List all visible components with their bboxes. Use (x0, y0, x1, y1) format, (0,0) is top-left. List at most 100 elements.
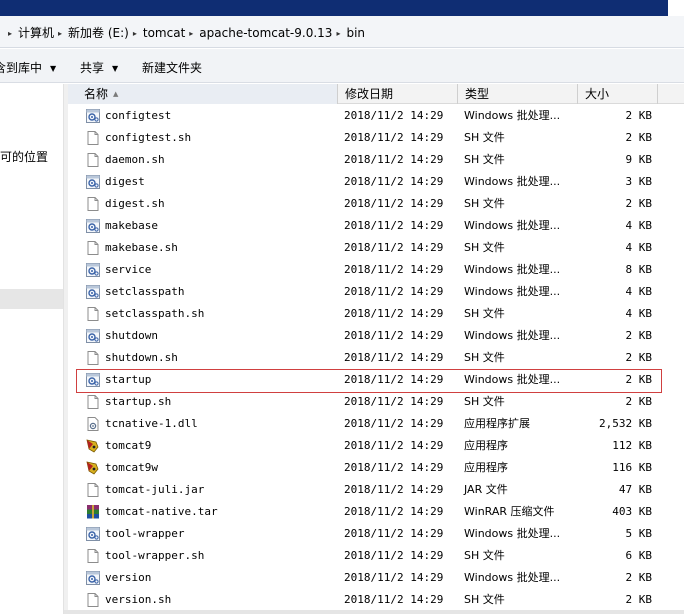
chevron-right-icon[interactable]: ▸ (336, 29, 340, 38)
file-name: makebase (105, 219, 158, 232)
batch-file-icon (85, 284, 101, 300)
file-row[interactable]: tomcat-native.tar 2018/11/2 14:29 WinRAR 压… (68, 501, 684, 523)
breadcrumb-computer[interactable]: 计算机 (18, 24, 54, 41)
file-row[interactable]: tomcat9 2018/11/2 14:29 应用程序 112 KB (68, 435, 684, 457)
file-size: 9 KB (625, 153, 653, 166)
address-bar[interactable]: ▸ 计算机 ▸ 新加卷 (E:) ▸ tomcat ▸ apache-tomcat-9.0.1… (0, 16, 684, 48)
command-toolbar: 含到库中 ▼ 共享 ▼ 新建文件夹 (0, 49, 684, 83)
file-row[interactable]: tool-wrapper.sh 2018/11/2 14:29 SH 文件 6 KB (68, 545, 684, 567)
batch-file-icon (85, 218, 101, 234)
file-type: SH 文件 (464, 307, 505, 320)
file-row[interactable]: version 2018/11/2 14:29 Windows 批处理... 2 KB (68, 567, 684, 589)
column-name-label: 名称 (84, 87, 109, 101)
blank-file-icon (85, 240, 101, 256)
nav-item-location[interactable]: 可的位置 (0, 148, 48, 165)
navigation-pane: 可的位置 (0, 84, 64, 614)
file-row[interactable]: setclasspath.sh 2018/11/2 14:29 SH 文件 4 KB (68, 303, 684, 325)
file-size: 47 KB (618, 483, 652, 496)
title-bar-blank (668, 0, 684, 16)
file-size: 8 KB (625, 263, 653, 276)
blank-file-icon (85, 196, 101, 212)
file-size: 403 KB (612, 505, 652, 518)
file-name: digest.sh (105, 197, 165, 210)
chevron-right-icon[interactable]: ▸ (8, 29, 12, 38)
column-header-name[interactable]: 名称 ▲ (68, 84, 338, 104)
column-header-type[interactable]: 类型 (458, 84, 578, 104)
batch-file-icon (85, 570, 101, 586)
dll-file-icon (85, 416, 101, 432)
file-row[interactable]: makebase 2018/11/2 14:29 Windows 批处理... 4 K… (68, 215, 684, 237)
file-modified-date: 2018/11/2 14:29 (344, 263, 444, 276)
file-name: makebase.sh (105, 241, 178, 254)
column-header-size[interactable]: 大小 (578, 84, 658, 104)
breadcrumb-apache-tomcat[interactable]: apache-tomcat-9.0.13 (199, 26, 332, 40)
file-modified-date: 2018/11/2 14:29 (344, 373, 444, 386)
file-row[interactable]: shutdown.sh 2018/11/2 14:29 SH 文件 2 KB (68, 347, 684, 369)
file-type: 应用程序 (464, 439, 508, 452)
chevron-right-icon[interactable]: ▸ (133, 29, 137, 38)
share-button[interactable]: 共享 ▼ (80, 59, 118, 76)
file-size: 4 KB (625, 241, 653, 254)
file-row[interactable]: tomcat-juli.jar 2018/11/2 14:29 JAR 文件 47 K… (68, 479, 684, 501)
file-modified-date: 2018/11/2 14:29 (344, 131, 444, 144)
breadcrumb-drive[interactable]: 新加卷 (E:) (68, 24, 129, 41)
file-modified-date: 2018/11/2 14:29 (344, 219, 444, 232)
file-row[interactable]: tcnative-1.dll 2018/11/2 14:29 应用程序扩展 2,532… (68, 413, 684, 435)
file-name: version (105, 571, 152, 584)
file-type: SH 文件 (464, 197, 505, 210)
file-type: Windows 批处理... (464, 263, 561, 276)
file-row[interactable]: tomcat9w 2018/11/2 14:29 应用程序 116 KB (68, 457, 684, 479)
new-folder-button[interactable]: 新建文件夹 (142, 59, 202, 76)
file-name: startup (105, 373, 152, 386)
file-size: 2 KB (625, 109, 653, 122)
file-row[interactable]: shutdown 2018/11/2 14:29 Windows 批处理... 2 K… (68, 325, 684, 347)
file-type: Windows 批处理... (464, 329, 561, 342)
file-row[interactable]: digest 2018/11/2 14:29 Windows 批处理... 3 KB (68, 171, 684, 193)
tomcat-exe-icon (85, 438, 101, 454)
file-row[interactable]: startup 2018/11/2 14:29 Windows 批处理... 2 KB (68, 369, 684, 391)
file-name: tomcat-juli.jar (105, 483, 205, 496)
file-name: tomcat9w (105, 461, 158, 474)
chevron-right-icon[interactable]: ▸ (189, 29, 193, 38)
blank-file-icon (85, 152, 101, 168)
file-row[interactable]: configtest 2018/11/2 14:29 Windows 批处理... 2… (68, 105, 684, 127)
file-row[interactable]: makebase.sh 2018/11/2 14:29 SH 文件 4 KB (68, 237, 684, 259)
file-type: 应用程序扩展 (464, 417, 530, 430)
window-title-bar (0, 0, 684, 16)
file-row[interactable]: configtest.sh 2018/11/2 14:29 SH 文件 2 KB (68, 127, 684, 149)
file-modified-date: 2018/11/2 14:29 (344, 285, 444, 298)
blank-file-icon (85, 482, 101, 498)
include-in-library-button[interactable]: 含到库中 ▼ (0, 59, 56, 76)
nav-selection-band[interactable] (0, 289, 63, 309)
file-list: 名称 ▲ 修改日期 类型 大小 configtest 2018/11/2 14:29… (68, 84, 684, 614)
file-row[interactable]: setclasspath 2018/11/2 14:29 Windows 批处理..… (68, 281, 684, 303)
file-row[interactable]: daemon.sh 2018/11/2 14:29 SH 文件 9 KB (68, 149, 684, 171)
file-row[interactable]: startup.sh 2018/11/2 14:29 SH 文件 2 KB (68, 391, 684, 413)
file-row[interactable]: tool-wrapper 2018/11/2 14:29 Windows 批处理..… (68, 523, 684, 545)
new-folder-label: 新建文件夹 (142, 61, 203, 75)
file-modified-date: 2018/11/2 14:29 (344, 527, 444, 540)
file-modified-date: 2018/11/2 14:29 (344, 461, 444, 474)
status-edge (64, 610, 684, 614)
file-type: Windows 批处理... (464, 373, 561, 386)
chevron-right-icon[interactable]: ▸ (58, 29, 62, 38)
file-modified-date: 2018/11/2 14:29 (344, 351, 444, 364)
file-row[interactable]: version.sh 2018/11/2 14:29 SH 文件 2 KB (68, 589, 684, 611)
file-type: SH 文件 (464, 131, 505, 144)
column-header-date[interactable]: 修改日期 (338, 84, 458, 104)
file-row[interactable]: service 2018/11/2 14:29 Windows 批处理... 8 KB (68, 259, 684, 281)
file-name: tool-wrapper (105, 527, 185, 540)
file-name: tcnative-1.dll (105, 417, 198, 430)
file-row[interactable]: digest.sh 2018/11/2 14:29 SH 文件 2 KB (68, 193, 684, 215)
file-size: 4 KB (625, 285, 653, 298)
file-size: 4 KB (625, 219, 653, 232)
file-size: 2 KB (625, 329, 653, 342)
file-size: 2 KB (625, 351, 653, 364)
breadcrumb-bin[interactable]: bin (346, 26, 365, 40)
breadcrumb-tomcat[interactable]: tomcat (143, 26, 185, 40)
file-name: digest (105, 175, 145, 188)
dropdown-arrow-icon: ▼ (50, 64, 57, 73)
blank-file-icon (85, 130, 101, 146)
file-size: 3 KB (625, 175, 653, 188)
file-name: setclasspath.sh (105, 307, 205, 320)
